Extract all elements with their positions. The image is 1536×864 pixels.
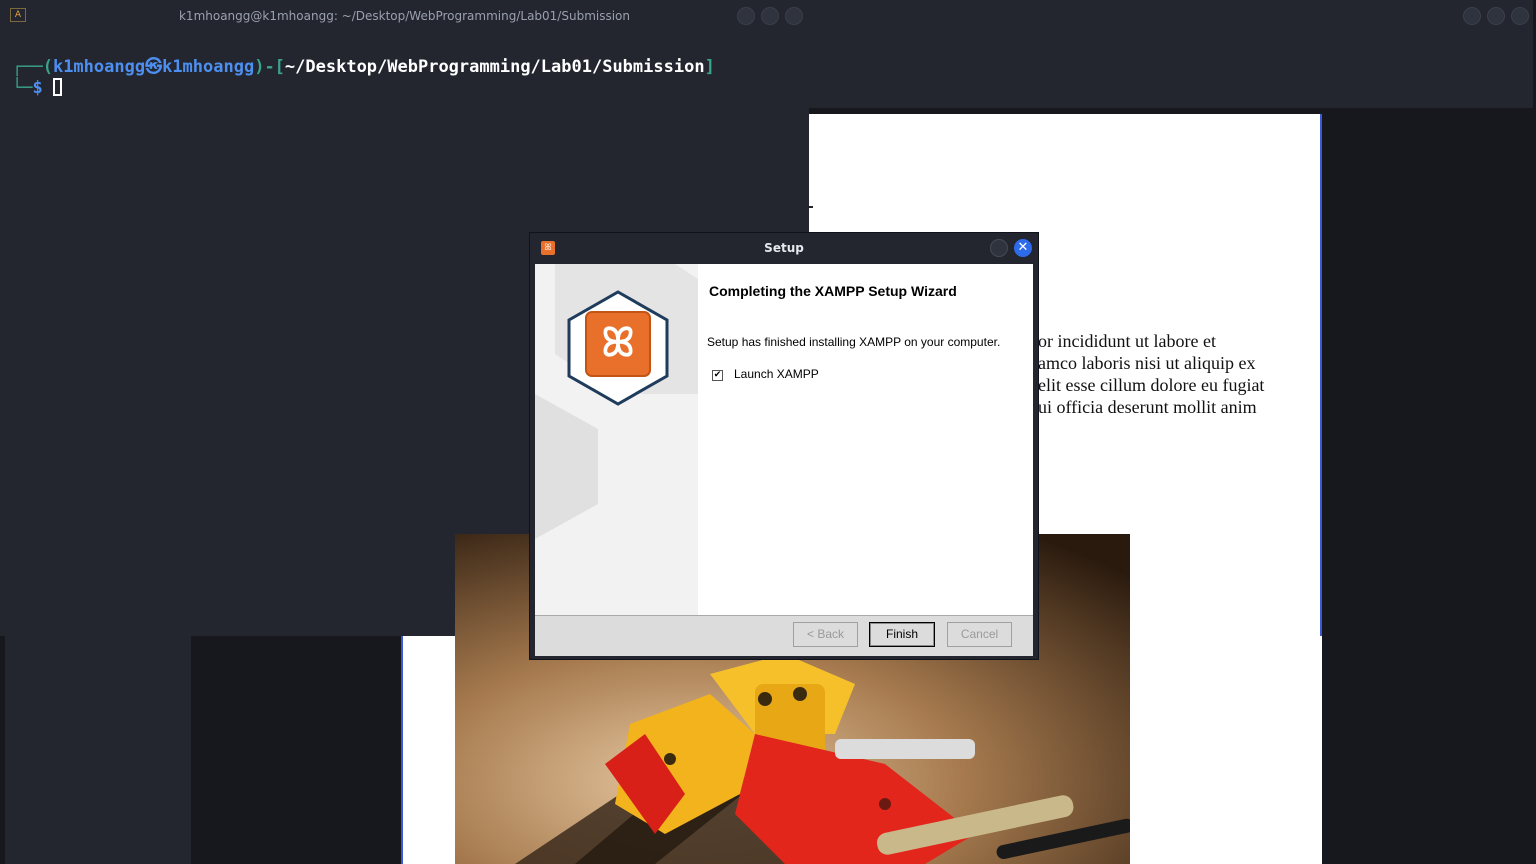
cancel-button[interactable]: Cancel bbox=[947, 622, 1012, 647]
lorem-line: ui officia deserunt mollit anim bbox=[1038, 397, 1257, 417]
prompt-user: k1mhoangg bbox=[52, 57, 146, 77]
terminal-minimize-button[interactable] bbox=[737, 7, 755, 25]
terminal-cursor bbox=[52, 78, 62, 96]
xampp-logo-icon bbox=[559, 290, 677, 400]
wizard-heading: Completing the XAMPP Setup Wizard bbox=[709, 283, 957, 299]
prompt-host: k1mhoangg bbox=[162, 57, 255, 77]
prompt-line-2[interactable]: └─$ bbox=[12, 76, 62, 100]
wizard-message: Setup has finished installing XAMPP on y… bbox=[707, 335, 1001, 349]
prompt-separator-close: ] bbox=[704, 57, 715, 77]
browser-close-button[interactable] bbox=[1511, 7, 1529, 25]
prompt-separator-open: )-[ bbox=[254, 57, 285, 77]
prompt-corner-top: ┌──( bbox=[12, 57, 53, 77]
finish-button[interactable]: Finish bbox=[869, 622, 935, 647]
background-panel bbox=[5, 636, 191, 864]
lorem-line: elit esse cillum dolore eu fugiat bbox=[1038, 375, 1265, 395]
prompt-at-symbol: ㉿ bbox=[145, 57, 163, 77]
prompt-dollar: $ bbox=[32, 78, 43, 98]
browser-minimize-button[interactable] bbox=[1463, 7, 1481, 25]
terminal-maximize-button[interactable] bbox=[761, 7, 779, 25]
lorem-paragraph: or incididunt ut labore et amco laboris n… bbox=[1038, 330, 1318, 418]
background-panel bbox=[191, 636, 401, 864]
lorem-line: or incididunt ut labore et bbox=[1038, 331, 1216, 351]
launch-xampp-label[interactable]: Launch XAMPP bbox=[734, 367, 819, 381]
lorem-line: amco laboris nisi ut aliquip ex bbox=[1038, 353, 1256, 373]
prompt-line-1: ┌──(k1mhoangg㉿k1mhoangg)-[~/Desktop/WebP… bbox=[12, 55, 715, 79]
launch-xampp-checkbox[interactable]: ✔ bbox=[712, 370, 723, 381]
dialog-close-button[interactable]: ✕ bbox=[1014, 239, 1032, 257]
dialog-title: Setup bbox=[764, 241, 804, 255]
prompt-corner-bottom: └─ bbox=[12, 78, 33, 98]
prompt-path: ~/Desktop/WebProgramming/Lab01/Submissio… bbox=[284, 57, 705, 77]
dialog-minimize-button[interactable] bbox=[990, 239, 1008, 257]
browser-side-margin bbox=[1322, 108, 1533, 864]
page-text-fragment bbox=[808, 206, 813, 208]
browser-window-chrome[interactable] bbox=[809, 0, 1533, 108]
back-button[interactable]: < Back bbox=[793, 622, 858, 647]
terminal-title: k1mhoangg@k1mhoangg: ~/Desktop/WebProgra… bbox=[178, 9, 630, 23]
browser-maximize-button[interactable] bbox=[1487, 7, 1505, 25]
terminal-close-button[interactable] bbox=[785, 7, 803, 25]
